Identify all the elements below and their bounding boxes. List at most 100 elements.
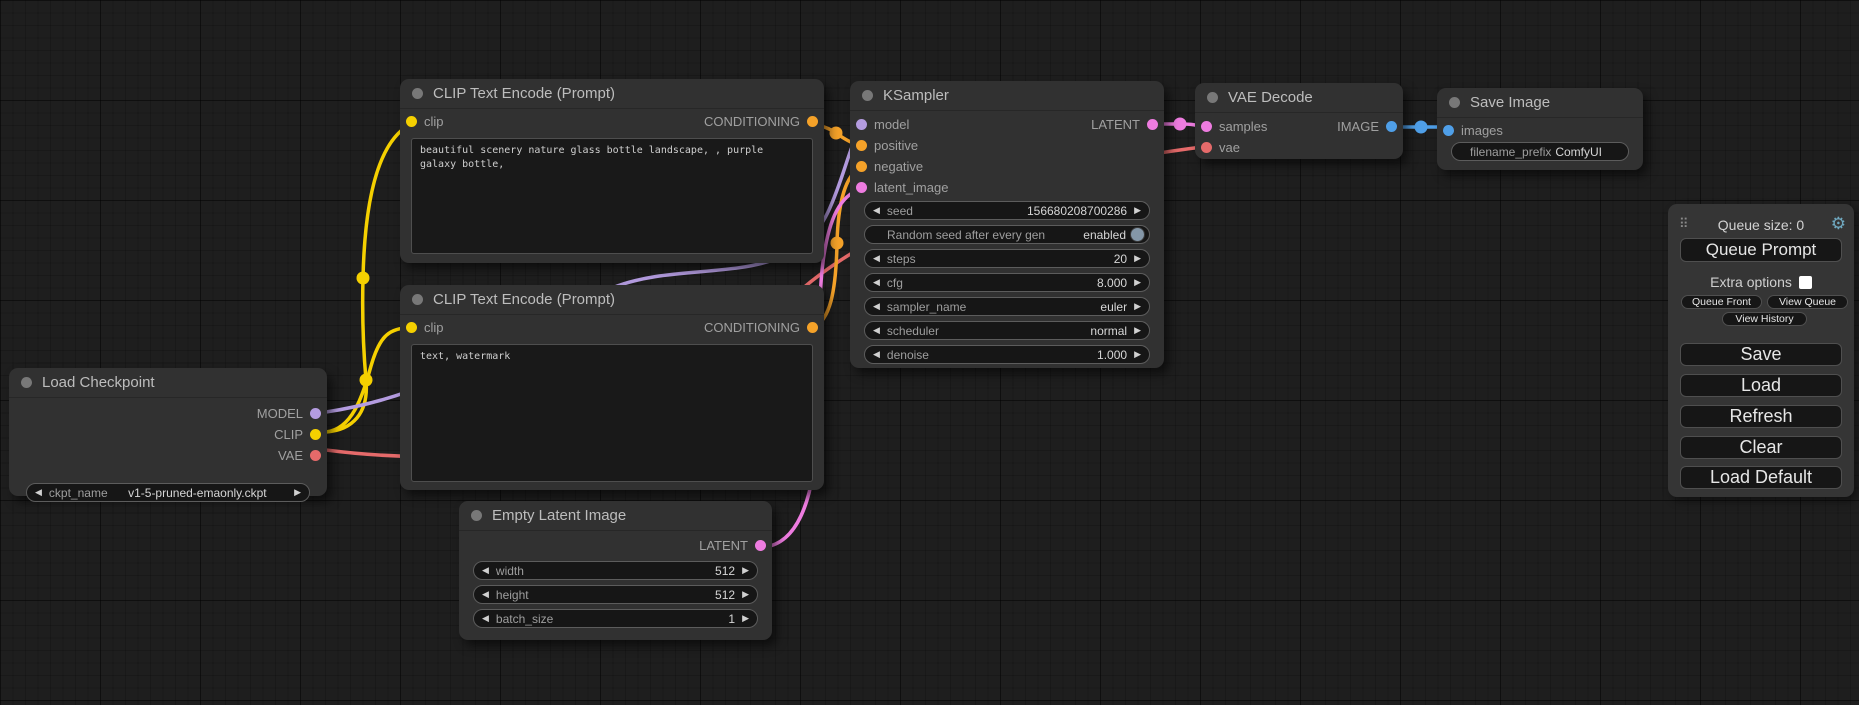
- widget-random-seed-toggle[interactable]: Random seed after every gen enabled: [864, 225, 1150, 244]
- increment-arrow-icon[interactable]: ▶: [1134, 254, 1141, 263]
- widget-seed[interactable]: ◀ seed 156680208700286 ▶: [864, 201, 1150, 220]
- widget-ckpt-name[interactable]: ◀ ckpt_name v1-5-pruned-emaonly.ckpt ▶: [26, 483, 310, 502]
- node-clip-text-encode-positive[interactable]: CLIP Text Encode (Prompt) clip CONDITION…: [400, 79, 824, 263]
- clear-button[interactable]: Clear: [1680, 436, 1842, 459]
- queue-front-button[interactable]: Queue Front: [1681, 295, 1762, 309]
- increment-arrow-icon[interactable]: ▶: [294, 488, 301, 497]
- widget-sampler-name[interactable]: ◀ sampler_name euler ▶: [864, 297, 1150, 316]
- node-ksampler[interactable]: KSampler model LATENT positive negative …: [850, 81, 1164, 368]
- widget-batch-size[interactable]: ◀ batch_size 1 ▶: [473, 609, 758, 628]
- output-port-model[interactable]: [310, 408, 321, 419]
- extra-options-checkbox[interactable]: [1799, 276, 1812, 289]
- node-load-checkpoint[interactable]: Load Checkpoint MODEL CLIP VAE ◀ ckpt_na…: [9, 368, 327, 496]
- output-port-latent[interactable]: [1147, 119, 1158, 130]
- decrement-arrow-icon[interactable]: ◀: [873, 326, 880, 335]
- node-title-bar[interactable]: Empty Latent Image: [459, 501, 772, 531]
- decrement-arrow-icon[interactable]: ◀: [873, 206, 880, 215]
- view-history-button[interactable]: View History: [1722, 312, 1807, 326]
- collapse-dot-icon[interactable]: [1449, 97, 1460, 108]
- increment-arrow-icon[interactable]: ▶: [1134, 206, 1141, 215]
- widget-denoise[interactable]: ◀ denoise 1.000 ▶: [864, 345, 1150, 364]
- input-port-latent-image[interactable]: [856, 182, 867, 193]
- decrement-arrow-icon[interactable]: ◀: [35, 488, 42, 497]
- decrement-arrow-icon[interactable]: ◀: [482, 614, 489, 623]
- widget-scheduler[interactable]: ◀ scheduler normal ▶: [864, 321, 1150, 340]
- output-port-image[interactable]: [1386, 121, 1397, 132]
- node-title-label: CLIP Text Encode (Prompt): [433, 85, 615, 102]
- output-port-clip[interactable]: [310, 429, 321, 440]
- reroute-dot-clip-lower[interactable]: [360, 374, 373, 387]
- reroute-dot-positive[interactable]: [830, 127, 843, 140]
- input-label-images: images: [1461, 123, 1503, 138]
- increment-arrow-icon[interactable]: ▶: [742, 590, 749, 599]
- node-title-bar[interactable]: Save Image: [1437, 88, 1643, 118]
- output-port-latent[interactable]: [755, 540, 766, 551]
- prompt-textarea[interactable]: beautiful scenery nature glass bottle la…: [411, 138, 813, 254]
- decrement-arrow-icon[interactable]: ◀: [482, 590, 489, 599]
- collapse-dot-icon[interactable]: [1207, 92, 1218, 103]
- node-title-bar[interactable]: Load Checkpoint: [9, 368, 327, 398]
- reroute-dot-clip-upper[interactable]: [357, 272, 370, 285]
- input-port-model[interactable]: [856, 119, 867, 130]
- output-label-clip: CLIP: [274, 427, 303, 442]
- input-label-samples: samples: [1219, 119, 1267, 134]
- increment-arrow-icon[interactable]: ▶: [1134, 350, 1141, 359]
- output-port-conditioning[interactable]: [807, 116, 818, 127]
- reroute-dot-latent[interactable]: [1174, 118, 1187, 131]
- refresh-button[interactable]: Refresh: [1680, 405, 1842, 428]
- increment-arrow-icon[interactable]: ▶: [742, 566, 749, 575]
- load-default-button[interactable]: Load Default: [1680, 466, 1842, 489]
- input-label-negative: negative: [874, 159, 923, 174]
- node-title-label: KSampler: [883, 87, 949, 104]
- decrement-arrow-icon[interactable]: ◀: [873, 254, 880, 263]
- reroute-dot-image[interactable]: [1415, 121, 1428, 134]
- widget-filename-prefix[interactable]: filename_prefix ComfyUI: [1451, 142, 1629, 161]
- input-port-positive[interactable]: [856, 140, 867, 151]
- increment-arrow-icon[interactable]: ▶: [1134, 326, 1141, 335]
- load-button[interactable]: Load: [1680, 374, 1842, 397]
- save-button[interactable]: Save: [1680, 343, 1842, 366]
- input-port-samples[interactable]: [1201, 121, 1212, 132]
- increment-arrow-icon[interactable]: ▶: [1134, 278, 1141, 287]
- collapse-dot-icon[interactable]: [412, 88, 423, 99]
- widget-width[interactable]: ◀ width 512 ▶: [473, 561, 758, 580]
- node-empty-latent-image[interactable]: Empty Latent Image LATENT ◀ width 512 ▶ …: [459, 501, 772, 640]
- collapse-dot-icon[interactable]: [862, 90, 873, 101]
- input-label-positive: positive: [874, 138, 918, 153]
- reroute-dot-negative[interactable]: [831, 237, 844, 250]
- output-port-conditioning[interactable]: [807, 322, 818, 333]
- toggle-enabled-icon[interactable]: [1130, 227, 1145, 242]
- input-port-clip[interactable]: [406, 116, 417, 127]
- decrement-arrow-icon[interactable]: ◀: [482, 566, 489, 575]
- view-queue-button[interactable]: View Queue: [1767, 295, 1848, 309]
- node-clip-text-encode-negative[interactable]: CLIP Text Encode (Prompt) clip CONDITION…: [400, 285, 824, 490]
- node-vae-decode[interactable]: VAE Decode samples IMAGE vae: [1195, 83, 1403, 159]
- input-port-clip[interactable]: [406, 322, 417, 333]
- input-port-vae[interactable]: [1201, 142, 1212, 153]
- widget-height[interactable]: ◀ height 512 ▶: [473, 585, 758, 604]
- gear-icon[interactable]: ⚙: [1831, 214, 1846, 234]
- increment-arrow-icon[interactable]: ▶: [742, 614, 749, 623]
- collapse-dot-icon[interactable]: [21, 377, 32, 388]
- node-title-bar[interactable]: CLIP Text Encode (Prompt): [400, 285, 824, 315]
- prompt-textarea[interactable]: text, watermark: [411, 344, 813, 482]
- decrement-arrow-icon[interactable]: ◀: [873, 302, 880, 311]
- decrement-arrow-icon[interactable]: ◀: [873, 350, 880, 359]
- output-label-conditioning: CONDITIONING: [704, 320, 800, 335]
- node-save-image[interactable]: Save Image images filename_prefix ComfyU…: [1437, 88, 1643, 170]
- queue-prompt-button[interactable]: Queue Prompt: [1680, 238, 1842, 262]
- widget-cfg[interactable]: ◀ cfg 8.000 ▶: [864, 273, 1150, 292]
- node-title-bar[interactable]: CLIP Text Encode (Prompt): [400, 79, 824, 109]
- input-port-negative[interactable]: [856, 161, 867, 172]
- node-title-label: CLIP Text Encode (Prompt): [433, 291, 615, 308]
- widget-steps[interactable]: ◀ steps 20 ▶: [864, 249, 1150, 268]
- input-port-images[interactable]: [1443, 125, 1454, 136]
- decrement-arrow-icon[interactable]: ◀: [873, 278, 880, 287]
- increment-arrow-icon[interactable]: ▶: [1134, 302, 1141, 311]
- node-title-bar[interactable]: KSampler: [850, 81, 1164, 111]
- collapse-dot-icon[interactable]: [471, 510, 482, 521]
- collapse-dot-icon[interactable]: [412, 294, 423, 305]
- output-port-vae[interactable]: [310, 450, 321, 461]
- node-title-bar[interactable]: VAE Decode: [1195, 83, 1403, 113]
- input-label-latent-image: latent_image: [874, 180, 948, 195]
